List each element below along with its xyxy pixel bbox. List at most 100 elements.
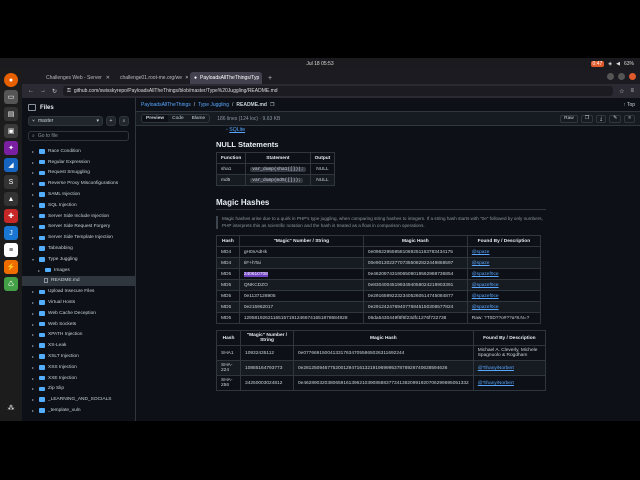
sidebar-item[interactable]: ▸ Web Cache Deception [22, 308, 135, 319]
author-link[interactable]: @spazef0ce [472, 294, 499, 299]
sidebar-item[interactable]: ▸ SAML Injection [22, 189, 135, 200]
sidebar-item[interactable]: ▸ XS-Leak [22, 340, 135, 351]
app-icon[interactable]: ▣ [4, 124, 18, 138]
sidebar-item[interactable]: ▸ Reverse Proxy Misconfigurations [22, 178, 135, 189]
files-icon[interactable]: ▭ [4, 90, 18, 104]
tab-payloads[interactable]: ●PayloadsAllTheThings/Typ✕ [190, 72, 262, 84]
sidebar-item[interactable]: ▸ Images [22, 265, 135, 276]
sidebar-item[interactable]: ▸ Upload Insecure Files [22, 286, 135, 297]
sidebar-item[interactable]: ▸ XXE Injection [22, 373, 135, 384]
preview-tab[interactable]: Preview [142, 115, 169, 122]
menu-icon[interactable]: ≡ [630, 88, 634, 94]
author-link[interactable]: @spaze [472, 261, 490, 266]
sqlite-link[interactable]: SQLite [229, 127, 245, 133]
firefox-icon[interactable]: ● [4, 73, 18, 87]
sidebar-item[interactable]: ▸ XPATH Injection [22, 330, 135, 341]
go-to-file-input[interactable]: ⌕ Go to file [28, 131, 129, 141]
chevron-right-icon: ▸ [32, 332, 35, 338]
sublime-icon[interactable]: S [4, 175, 18, 189]
close-window-button[interactable] [629, 73, 636, 80]
system-tray[interactable]: 0:47 ◈ ◀ 63% [590, 61, 634, 67]
burpsuite-icon[interactable]: ⚡ [4, 260, 18, 274]
cell-text: var_dump(sha1([])); [250, 166, 306, 172]
apps-grid-icon[interactable]: ⁂ [4, 401, 18, 415]
sidebar-item[interactable]: ▸ Zip Slip [22, 384, 135, 395]
terminal-icon[interactable]: ▤ [4, 107, 18, 121]
author-link[interactable]: @TihanyiNorbert [478, 381, 514, 386]
branch-selector[interactable]: ⑂ master ▾ [28, 116, 103, 126]
maximize-button[interactable] [618, 73, 625, 80]
table-cell: 0e215962017 [238, 301, 364, 313]
minimize-button[interactable] [607, 73, 614, 80]
back-icon[interactable]: ← [28, 88, 34, 94]
table-cell: gH0nAdHk [238, 246, 364, 258]
table-cell: 0e096229559581069251163783434175 [362, 246, 468, 258]
bookmark-icon[interactable]: ☆ [619, 88, 624, 95]
blame-tab[interactable]: Blame [188, 115, 210, 122]
sidebar-header: Files [22, 98, 135, 114]
reload-icon[interactable]: ↻ [52, 88, 57, 95]
sidebar-item[interactable]: ▸ XSLT Injection [22, 351, 135, 362]
sidebar-item[interactable]: ▸ Race Condition [22, 146, 135, 157]
more-icon[interactable]: ≡ [624, 114, 635, 123]
breadcrumb: PayloadsAllTheThings / Type Juggling / R… [136, 98, 640, 112]
search-button[interactable]: ⌕ [119, 116, 129, 126]
sidebar-item[interactable]: ▸ XSS Injection [22, 362, 135, 373]
sidebar-item[interactable]: ▾ Type Juggling [22, 254, 135, 265]
table-row: sha1 var_dump(sha1([])); NULL [215, 163, 336, 175]
copy-icon[interactable]: ❐ [580, 114, 594, 123]
close-icon[interactable]: ✕ [185, 75, 188, 81]
table-cell: 10885164793773 [240, 360, 294, 376]
sidebar-item[interactable]: ▸ Tabnabbing [22, 243, 135, 254]
sidebar-item[interactable]: ▸ Server Side Request Forgery [22, 222, 135, 233]
umbrella-icon[interactable]: ✚ [4, 209, 18, 223]
raw-button[interactable]: Raw [560, 114, 578, 123]
tab-challenges[interactable]: Challenges Web - Server ✕ [42, 72, 114, 84]
author-link[interactable]: @spazef0ce [472, 272, 499, 277]
copy-path-icon[interactable]: ❐ [270, 102, 274, 108]
sidebar-item-label: Upload Insecure Files [48, 289, 95, 295]
code-tab[interactable]: Code [168, 115, 187, 122]
breadcrumb-folder[interactable]: Type Juggling [198, 102, 229, 108]
tab-challenge01[interactable]: challenge01.root-me.org/we ✕ [116, 72, 188, 84]
author-link[interactable]: @spazef0ce [472, 305, 499, 310]
author-link[interactable]: @spazef0ce [472, 283, 499, 288]
close-icon[interactable]: ✕ [106, 75, 110, 81]
forward-icon[interactable]: → [40, 88, 46, 94]
breadcrumb-repo[interactable]: PayloadsAllTheThings [141, 102, 191, 108]
sidebar-item[interactable]: ▸ Virtual Hosts [22, 297, 135, 308]
new-tab-button[interactable]: + [264, 72, 276, 84]
sidebar-item[interactable]: ▸ Server Side Include Injection [22, 211, 135, 222]
sidebar-item[interactable]: ▸ _template_vuln [22, 405, 135, 416]
top-button[interactable]: ↑ Top [623, 102, 635, 108]
sidebar-item[interactable]: ▸ Server Side Template Injection [22, 232, 135, 243]
cell-text: NULL [316, 177, 329, 183]
author-link[interactable]: @spaze [472, 250, 490, 255]
sidebar-item[interactable]: ▸ Web Sockets [22, 319, 135, 330]
sidebar-item[interactable]: ▸ SQL Injection [22, 200, 135, 211]
tux-icon[interactable]: ▲ [4, 192, 18, 206]
burp-icon[interactable]: ✦ [4, 141, 18, 155]
column-header: Magic Hash [362, 235, 468, 247]
trash-icon[interactable]: ♺ [4, 277, 18, 291]
chevron-right-icon: ▸ [32, 397, 35, 403]
folder-icon [39, 375, 45, 381]
wireshark-icon[interactable]: ◢ [4, 158, 18, 172]
sidebar-item-label: README.md [51, 278, 80, 284]
edit-icon[interactable]: ✎ [609, 114, 622, 123]
add-file-button[interactable]: + [106, 116, 116, 126]
sidebar-item[interactable]: ▸ _LEARNING_AND_SOCIALS [22, 394, 135, 405]
download-icon[interactable]: ⤓ [596, 114, 607, 123]
sidebar-item[interactable]: ▸ Request Smuggling [22, 168, 135, 179]
author-link[interactable]: @TihanyiNorbert [478, 366, 514, 371]
sidebar-item-label: Server Side Request Forgery [48, 224, 111, 230]
sidebar-item[interactable]: README.md [22, 275, 135, 287]
url-bar[interactable]: ⚿ github.com/swisskyrepo/PayloadsAllTheT… [63, 86, 614, 96]
table-cell: SHA1 [215, 345, 242, 361]
vscode-icon[interactable]: J [4, 226, 18, 240]
sidebar-item[interactable]: ▸ Regular Expression [22, 157, 135, 168]
text-editor-icon[interactable]: ≡ [4, 243, 18, 257]
sidebar-toggle-icon[interactable] [28, 104, 36, 111]
table-cell: 0e291659922323405260514745084877 [362, 290, 468, 302]
arrow-up-icon: ↑ [623, 101, 626, 108]
